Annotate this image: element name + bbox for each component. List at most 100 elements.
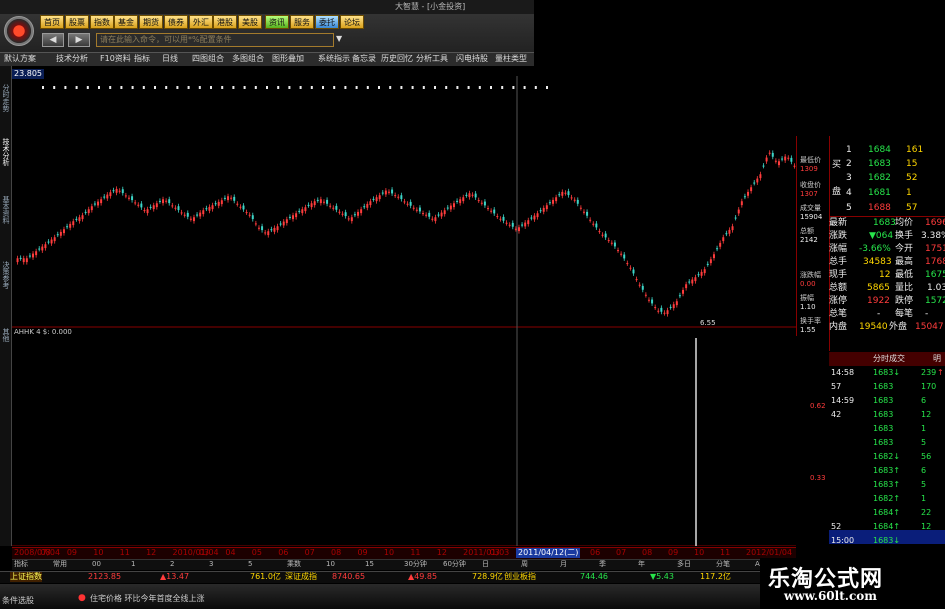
period-button[interactable]: 5 (248, 560, 252, 569)
nav-button-news[interactable]: 资讯 (265, 15, 289, 29)
signal-marker (378, 86, 380, 89)
period-button[interactable]: 常用 (53, 560, 67, 569)
signal-marker (478, 86, 481, 89)
nav-button-bond[interactable]: 债券 (164, 15, 188, 29)
candle (285, 219, 288, 224)
menu-item-volume[interactable]: 量柱类型 (495, 53, 527, 65)
menu-item-memo[interactable]: 备忘录 (352, 53, 376, 65)
period-button[interactable]: 10 (326, 560, 335, 569)
menu-item-tools[interactable]: 分析工具 (416, 53, 448, 65)
tab-fundamentals[interactable]: 基本资料 (1, 196, 11, 224)
menu-item-tech[interactable]: 技术分析 (56, 53, 88, 65)
stat-value: 1307 (800, 190, 818, 198)
index-name[interactable]: 创业板指 (504, 572, 536, 582)
signal-marker (131, 86, 134, 89)
period-button[interactable]: 月 (560, 560, 567, 569)
tab-technical[interactable]: 技术分析 (1, 138, 11, 166)
chevron-down-icon[interactable]: ▼ (336, 34, 342, 43)
candle (165, 200, 168, 202)
stock-screen-tab[interactable]: 条件选股 (2, 595, 34, 606)
tick-cell: 42 (831, 410, 842, 419)
back-button[interactable]: ◀ (42, 33, 64, 47)
period-button[interactable]: 周 (521, 560, 528, 569)
candle (570, 197, 573, 199)
nav-button-home[interactable]: 首页 (40, 15, 64, 29)
y-tick: 0.33 (810, 474, 826, 482)
level-volume: 1 (906, 188, 912, 198)
period-button[interactable]: 指标 (14, 560, 28, 569)
menu-item-flash[interactable]: 闪电持股 (456, 53, 488, 65)
period-button[interactable]: 60分钟 (443, 560, 466, 569)
candle (734, 217, 737, 219)
nav-button-forex[interactable]: 外汇 (189, 15, 213, 29)
period-button[interactable]: 多日 (677, 560, 691, 569)
tick-cell: 1682↓ (873, 452, 901, 461)
tab-other[interactable]: 其他 (1, 328, 11, 342)
date-tick: 06 (278, 548, 289, 557)
date-tick: 12 (146, 548, 157, 557)
tab-decision[interactable]: 决策参考 (1, 261, 11, 289)
candle (19, 257, 22, 259)
kline-chart[interactable] (12, 66, 796, 546)
index-name[interactable]: 上证指数 (10, 572, 42, 582)
period-button[interactable]: 日 (482, 560, 489, 569)
menu-item-history[interactable]: 历史回忆 (381, 53, 413, 65)
period-button[interactable]: 00 (92, 560, 101, 569)
signal-marker (512, 86, 515, 89)
period-button[interactable]: 乘数 (287, 560, 301, 569)
signal-marker (142, 86, 145, 89)
date-tick: 03 (198, 548, 210, 557)
menu-item-overlay[interactable]: 图形叠加 (272, 53, 304, 65)
period-button[interactable]: 30分钟 (404, 560, 427, 569)
menu-item-indicator[interactable]: 指标 (134, 53, 150, 65)
news-ticker[interactable]: 住宅价格 环比今年首度全线上涨 (90, 593, 205, 604)
menu-item-f10[interactable]: F10资料 (100, 53, 131, 65)
period-button[interactable]: 分笔 (716, 560, 730, 569)
candle (762, 165, 765, 167)
period-button[interactable]: 3 (209, 560, 213, 569)
index-name[interactable]: 深证成指 (285, 572, 317, 582)
period-button[interactable]: 季 (599, 560, 606, 569)
nav-button-forum[interactable]: 论坛 (340, 15, 364, 29)
candle (514, 228, 517, 230)
period-button[interactable]: 15 (365, 560, 374, 569)
nav-button-hk[interactable]: 港股 (213, 15, 237, 29)
nav-button-service[interactable]: 服务 (290, 15, 314, 29)
tick-list[interactable]: 14:58 1683↓ 239 ↑ 57 1683 170 14:59 1683 6 42 1683 1… (829, 366, 945, 547)
period-button[interactable]: 2 (170, 560, 174, 569)
menu-item-scheme[interactable]: 默认方案 (4, 53, 36, 65)
command-input[interactable]: 请在此输入命令，可以用*%配置条件 (96, 33, 334, 47)
nav-button-fund[interactable]: 基金 (114, 15, 138, 29)
candle (425, 214, 428, 216)
menu-item-4charts[interactable]: 四图组合 (192, 53, 224, 65)
candle (490, 210, 493, 212)
menu-item-daily[interactable]: 日线 (162, 53, 178, 65)
stat-value: 1309 (800, 165, 818, 173)
period-button[interactable]: 1 (131, 560, 135, 569)
candle (394, 195, 397, 197)
candle (493, 209, 496, 214)
nav-button-stock[interactable]: 股票 (65, 15, 89, 29)
tab-intraday[interactable]: 分时走势 (1, 84, 11, 112)
signal-marker (120, 86, 123, 89)
candle (152, 205, 155, 210)
nav-button-us[interactable]: 美股 (238, 15, 262, 29)
nav-button-index[interactable]: 指数 (90, 15, 114, 29)
candle (719, 242, 722, 247)
app-logo-icon[interactable] (4, 16, 34, 46)
level-price: 1688 (868, 203, 891, 213)
signal-marker (546, 86, 548, 89)
candle (471, 194, 474, 196)
menu-item-system[interactable]: 系统指示 (318, 53, 350, 65)
candle (121, 189, 124, 194)
period-button[interactable]: 年 (638, 560, 645, 569)
signal-marker (53, 86, 56, 89)
nav-button-trade[interactable]: 委托 (315, 15, 339, 29)
signal-marker (456, 86, 459, 89)
candle (103, 196, 106, 198)
menu-item-multi[interactable]: 多图组合 (232, 53, 264, 65)
nav-button-futures[interactable]: 期货 (139, 15, 163, 29)
forward-button[interactable]: ▶ (68, 33, 90, 47)
level-num: 2 (846, 159, 852, 169)
candle (87, 209, 90, 214)
